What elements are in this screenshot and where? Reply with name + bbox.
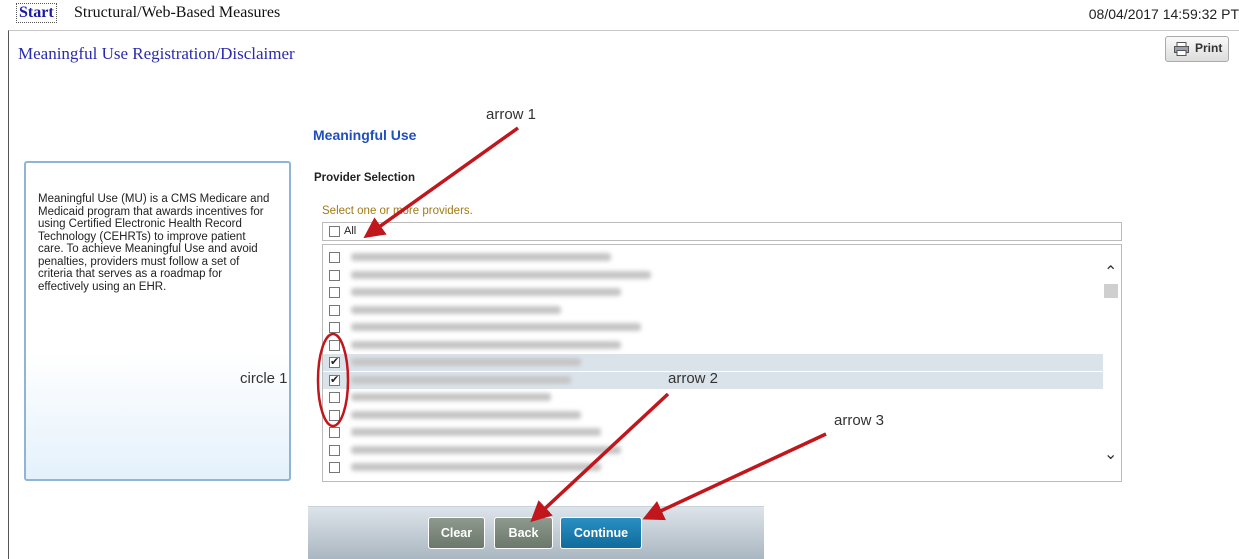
start-link[interactable]: Start <box>16 3 57 23</box>
provider-checkbox[interactable] <box>329 462 340 473</box>
provider-name-redacted <box>351 393 551 401</box>
provider-row[interactable] <box>323 249 1103 266</box>
provider-checkbox[interactable] <box>329 322 340 333</box>
provider-row[interactable] <box>323 267 1103 284</box>
provider-checkbox[interactable] <box>329 355 340 368</box>
provider-checkbox[interactable] <box>329 427 340 438</box>
timestamp: 08/04/2017 14:59:32 PT <box>1088 6 1239 22</box>
provider-row[interactable] <box>323 354 1103 371</box>
continue-button[interactable]: Continue <box>560 517 642 549</box>
provider-name-redacted <box>351 288 621 296</box>
provider-checkbox[interactable] <box>329 339 340 351</box>
provider-name-redacted <box>351 253 611 261</box>
provider-name-redacted <box>351 375 571 384</box>
clear-button[interactable]: Clear <box>428 517 485 549</box>
page-title: Meaningful Use Registration/Disclaimer <box>18 44 295 63</box>
arrow-1-label: arrow 1 <box>486 106 537 123</box>
provider-checkbox[interactable] <box>329 252 340 263</box>
info-panel: Meaningful Use (MU) is a CMS Medicare an… <box>24 161 291 481</box>
provider-checkbox[interactable] <box>329 444 340 456</box>
provider-list[interactable] <box>322 244 1122 482</box>
select-all-label: All <box>344 225 357 237</box>
info-text: Meaningful Use (MU) is a CMS Medicare an… <box>38 193 270 293</box>
provider-checkbox[interactable] <box>329 392 340 403</box>
provider-name-redacted <box>351 270 651 279</box>
provider-hint: Select one or more providers. <box>322 205 473 217</box>
provider-row[interactable] <box>323 442 1103 459</box>
provider-name-redacted <box>351 340 621 349</box>
provider-row[interactable] <box>323 459 1103 476</box>
provider-name-redacted <box>351 305 561 314</box>
circle-1-label: circle 1 <box>240 370 288 387</box>
section-title: Meaningful Use <box>313 127 417 143</box>
provider-checkbox[interactable] <box>329 269 340 281</box>
provider-row[interactable] <box>323 319 1103 336</box>
provider-checkbox[interactable] <box>329 409 340 421</box>
arrow-3-label: arrow 3 <box>834 412 885 429</box>
provider-name-redacted <box>351 428 601 436</box>
scroll-up-icon[interactable]: ⌃ <box>1104 262 1117 282</box>
provider-checkbox[interactable] <box>329 304 340 316</box>
back-button[interactable]: Back <box>494 517 553 549</box>
provider-row[interactable] <box>323 424 1103 441</box>
provider-name-redacted <box>351 463 601 471</box>
arrow-2-label: arrow 2 <box>668 370 719 387</box>
provider-row[interactable] <box>323 284 1103 301</box>
select-all-row[interactable]: All <box>322 222 1122 241</box>
provider-selection-label: Provider Selection <box>314 172 415 184</box>
provider-name-redacted <box>351 358 581 366</box>
provider-row[interactable] <box>323 302 1103 319</box>
provider-row[interactable] <box>323 389 1103 406</box>
breadcrumb: Structural/Web-Based Measures <box>74 4 281 21</box>
scrollbar-thumb[interactable] <box>1104 284 1118 298</box>
provider-name-redacted <box>351 410 581 419</box>
provider-checkbox[interactable] <box>329 373 340 386</box>
provider-checkbox[interactable] <box>329 287 340 298</box>
printer-icon <box>1174 42 1189 56</box>
provider-name-redacted <box>351 445 621 454</box>
print-label: Print <box>1195 41 1223 55</box>
provider-row[interactable] <box>323 407 1103 424</box>
top-bar: Start Structural/Web-Based Measures 08/0… <box>0 0 1239 30</box>
provider-name-redacted <box>351 323 641 331</box>
scroll-down-icon[interactable]: ⌄ <box>1104 444 1117 464</box>
select-all-checkbox[interactable] <box>329 226 340 237</box>
provider-row[interactable] <box>323 337 1103 354</box>
print-button[interactable]: Print <box>1165 36 1229 62</box>
